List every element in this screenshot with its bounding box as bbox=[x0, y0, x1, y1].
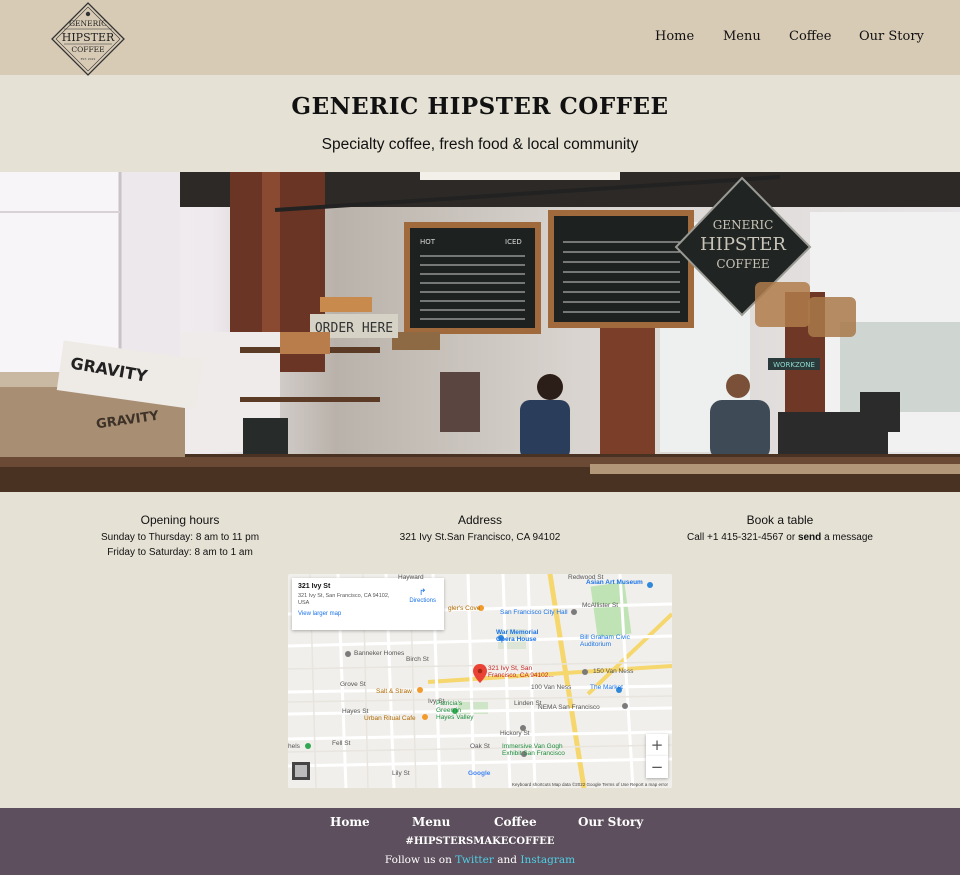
map-label-banneker: Banneker Homes bbox=[354, 650, 405, 657]
map-label-mcallister: McAllister St bbox=[582, 602, 619, 609]
address-line: 321 Ivy St.San Francisco, CA 94102 bbox=[399, 532, 561, 543]
page-title: GENERIC HIPSTER COFFEE bbox=[291, 93, 669, 120]
book-heading: Book a table bbox=[746, 513, 814, 527]
map-label-150-van-ness: 150 Van Ness bbox=[593, 668, 634, 675]
map-label-nema: NEMA San Francisco bbox=[538, 704, 600, 711]
map-label-the-market: The Market bbox=[590, 684, 623, 691]
footer-nav-coffee[interactable]: Coffee bbox=[494, 815, 537, 829]
logo-line-4: EST. 2022 bbox=[81, 57, 96, 61]
map-label-patricias: Patricia's Green in Hayes Valley bbox=[436, 700, 474, 721]
map-place-address: 321 Ivy St, San Francisco, CA 94102, USA bbox=[298, 593, 390, 606]
twitter-link[interactable]: Twitter bbox=[455, 854, 494, 866]
follow-prefix: Follow us on bbox=[384, 854, 452, 866]
map-label-hayward: Hayward bbox=[398, 574, 424, 581]
map-label-hayes: Hayes St bbox=[342, 708, 369, 715]
map-pin-label-1: 321 Ivy St, San bbox=[488, 665, 533, 672]
nav-menu[interactable]: Menu bbox=[723, 29, 761, 44]
hanging-sign-3: COFFEE bbox=[716, 257, 769, 271]
directions-button[interactable]: ↱ Directions bbox=[409, 587, 436, 604]
map-label-birch: Birch St bbox=[406, 656, 429, 663]
map-label-war-memorial: War Memorial Opera House bbox=[496, 629, 539, 643]
nav-our-story[interactable]: Our Story bbox=[859, 29, 924, 44]
footer-nav-our-story[interactable]: Our Story bbox=[578, 815, 643, 829]
view-larger-map-link[interactable]: View larger map bbox=[298, 611, 438, 617]
map-label-van-gogh: Immersive Van Gogh Exhibit San Francisco bbox=[502, 743, 565, 757]
logo-line-3: COFFEE bbox=[71, 45, 104, 54]
book-line: Call +1 415-321-4567 or send a message bbox=[620, 530, 940, 545]
map-label-grove: Grove St bbox=[340, 681, 366, 688]
nav-home[interactable]: Home bbox=[655, 29, 694, 44]
zoom-out-button[interactable]: − bbox=[646, 756, 668, 778]
logo-line-1: GENERIC bbox=[69, 19, 107, 28]
book-phone: Call +1 415-321-4567 or bbox=[687, 532, 796, 543]
google-logo: Google bbox=[468, 770, 491, 777]
zoom-in-button[interactable]: + bbox=[646, 734, 668, 756]
logo-line-2: HIPSTER bbox=[62, 31, 115, 44]
hanging-sign-1: GENERIC bbox=[713, 218, 774, 232]
site-header: GENERIC HIPSTER COFFEE EST. 2022 Home Me… bbox=[0, 0, 960, 77]
instagram-link[interactable]: Instagram bbox=[520, 854, 575, 866]
map-label-salt-straw: Salt & Straw bbox=[376, 688, 412, 695]
directions-label: Directions bbox=[409, 598, 436, 604]
map-label-gler: gler's Cove bbox=[448, 605, 481, 612]
map-place-card: 321 Ivy St 321 Ivy St, San Francisco, CA… bbox=[292, 578, 444, 630]
workzone-sign: WORKZONE bbox=[773, 361, 815, 369]
map-label-urban-ritual: Urban Ritual Cafe bbox=[364, 715, 416, 722]
directions-icon: ↱ bbox=[418, 587, 427, 597]
map-label-bill-graham: Bill Graham Civic Auditorium bbox=[580, 634, 630, 648]
map-label-hickory: Hickory St bbox=[500, 730, 530, 737]
opening-hours-line-1: Sunday to Thursday: 8 am to 11 pm bbox=[100, 532, 260, 543]
map-label-100-van-ness: 100 Van Ness bbox=[531, 684, 572, 691]
brand-logo[interactable]: GENERIC HIPSTER COFFEE EST. 2022 bbox=[50, 1, 126, 77]
map-label-redwood: Redwood St bbox=[568, 574, 604, 581]
menu-board-hot: HOT bbox=[420, 238, 436, 246]
book-a-table: Book a table Call +1 415-321-4567 or sen… bbox=[620, 513, 940, 545]
map-label-city-hall: San Francisco City Hall bbox=[500, 609, 568, 616]
opening-hours-line-2: Friday to Saturday: 8 am to 1 am bbox=[107, 547, 253, 558]
menu-board-iced: ICED bbox=[505, 238, 522, 246]
map-footer[interactable]: Keyboard shortcuts Map data ©2022 Google… bbox=[512, 782, 668, 787]
address: Address 321 Ivy St.San Francisco, CA 941… bbox=[320, 513, 640, 545]
hero-photo: HOT ICED GENERIC HIPSTER COFFEE ORDER HE… bbox=[0, 172, 960, 492]
map-label-fell: Fell St bbox=[332, 740, 351, 747]
footer-nav-menu[interactable]: Menu bbox=[412, 815, 450, 829]
follow-and: and bbox=[497, 854, 517, 866]
map-label-oak: Oak St bbox=[470, 743, 490, 750]
footer-nav-home[interactable]: Home bbox=[330, 815, 370, 829]
address-heading: Address bbox=[457, 513, 503, 527]
map-label-lily: Lily St bbox=[392, 770, 410, 777]
hanging-sign-2: HIPSTER bbox=[700, 234, 786, 255]
footer-hashtag: #HIPSTERSMAKECOFFEE bbox=[405, 836, 555, 847]
footer-follow: Follow us on Twitter and Instagram bbox=[0, 854, 960, 866]
page-subtitle: Specialty coffee, fresh food & local com… bbox=[321, 136, 639, 153]
map-pin-label-2: Francisco, CA 94102... bbox=[488, 672, 554, 679]
book-suffix: a message bbox=[824, 532, 873, 543]
google-map[interactable]: 321 Ivy St 321 Ivy St, San Francisco, CA… bbox=[288, 574, 672, 788]
nav-coffee[interactable]: Coffee bbox=[789, 29, 831, 44]
map-label-hels: hels bbox=[288, 743, 300, 750]
opening-hours: Opening hours Sunday to Thursday: 8 am t… bbox=[20, 513, 340, 560]
opening-hours-heading: Opening hours bbox=[140, 513, 220, 527]
send-message-link[interactable]: send bbox=[798, 532, 821, 543]
site-footer: Home Menu Coffee Our Story #HIPSTERSMAKE… bbox=[0, 808, 960, 875]
